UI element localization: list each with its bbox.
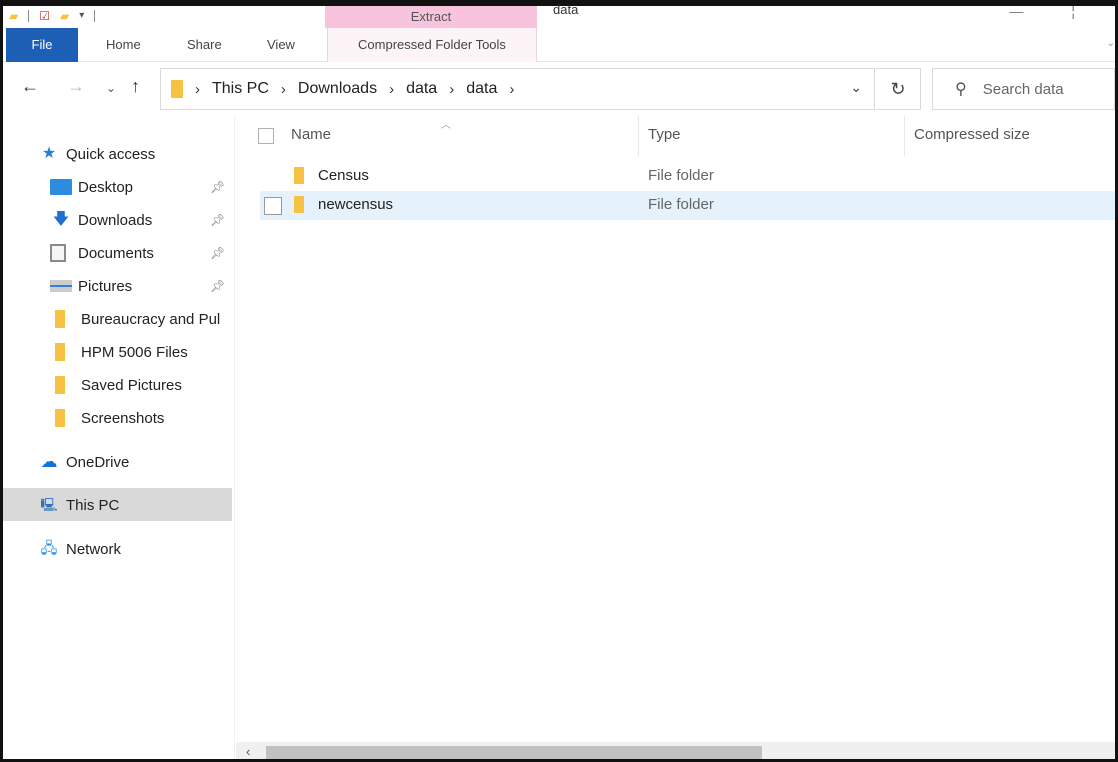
window-frame <box>0 0 1118 762</box>
